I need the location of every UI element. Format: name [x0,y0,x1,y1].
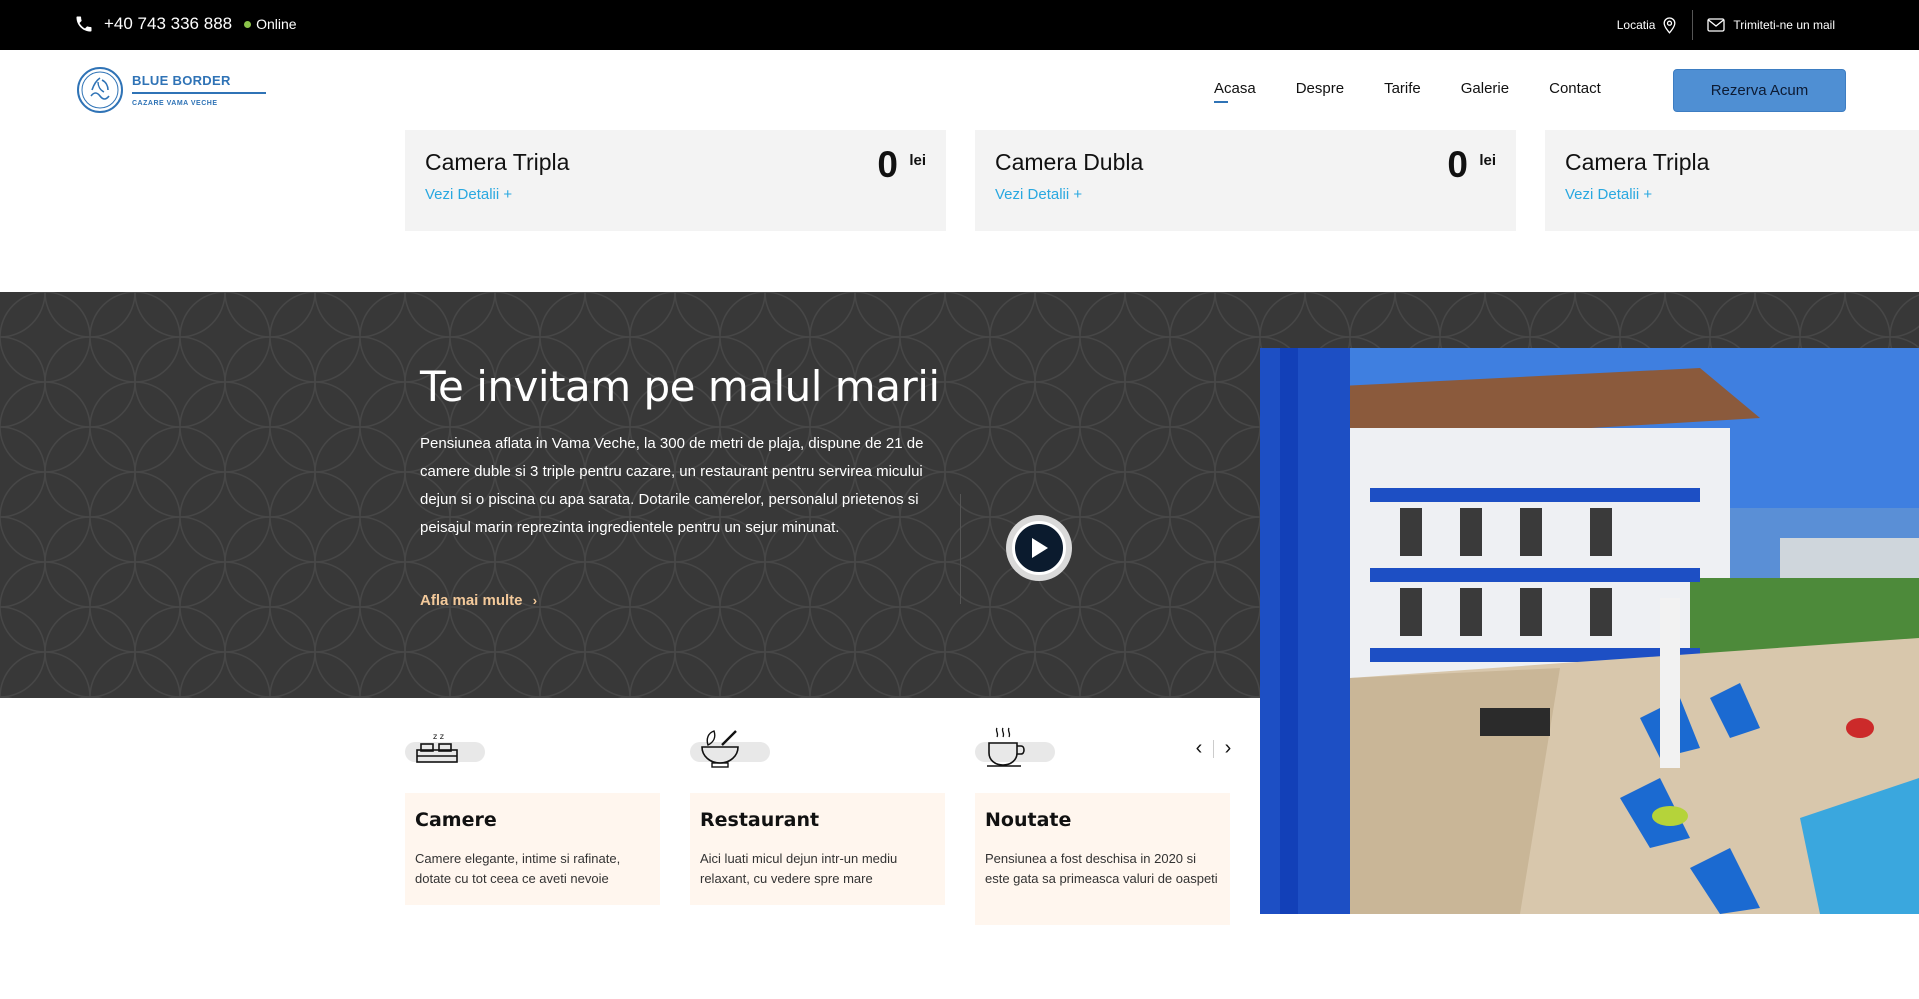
main-nav: Acasa Despre Tarife Galerie Contact [1214,80,1601,103]
phone-icon [76,16,92,32]
logo-emblem-icon [77,67,123,113]
phone-contact[interactable]: +40 743 336 888 Online [74,14,297,34]
room-details-link[interactable]: Vezi Detalii + [995,186,1082,203]
logo-subtitle: CAZARE VAMA VECHE [132,100,218,107]
room-card[interactable]: Camera Tripla Vezi Detalii + [1545,130,1919,231]
pension-photo [1260,348,1919,914]
feature-carousel-arrows: ‹ › [1191,737,1236,760]
room-name: Camera Tripla [1565,149,1710,175]
learn-more-link[interactable]: Afla mai multe › [420,592,537,609]
feature-title: Camere [415,809,497,831]
logo-title: BLUE BORDER [132,73,231,88]
topbar-divider [1692,10,1694,40]
room-card[interactable]: Camera Tripla Vezi Detalii + 0 lei [405,130,946,231]
feature-title: Noutate [985,809,1072,831]
room-details-link[interactable]: Vezi Detalii + [1565,186,1652,203]
coffee-cup-icon [987,727,1025,767]
feature-text: Camere elegante, intime si rafinate, dot… [415,851,621,886]
svg-text:z z: z z [433,732,444,741]
learn-more-label[interactable]: Afla mai multe [420,592,523,609]
online-status: Online [256,16,297,32]
location-label[interactable]: Locatia [1617,18,1656,32]
intro-title: Te invitam pe malul marii [420,362,940,411]
nav-despre[interactable]: Despre [1296,80,1344,97]
site-logo[interactable]: BLUE BORDER CAZARE VAMA VECHE [76,66,266,114]
logo-underline [132,92,266,94]
location-link[interactable]: Locatia [1617,16,1693,34]
nav-acasa[interactable]: Acasa [1214,80,1256,103]
intro-description: Pensiunea aflata in Vama Veche, la 300 d… [420,435,924,536]
mail-label[interactable]: Trimiteti-ne un mail [1733,18,1835,32]
reserve-button[interactable]: Rezerva Acum [1673,69,1846,112]
room-card[interactable]: Camera Dubla Vezi Detalii + 0 lei [975,130,1516,231]
chevron-right-icon: › [532,593,538,608]
nav-contact[interactable]: Contact [1549,80,1601,97]
feature-text: Aici luati micul dejun intr-un mediu rel… [700,851,898,886]
top-bar: +40 743 336 888 Online Locatia Trimiteti… [0,0,1919,50]
vertical-divider [960,494,961,604]
room-currency: lei [1479,152,1496,169]
feature-text: Pensiunea a fost deschisa in 2020 si est… [985,851,1218,886]
play-video-button[interactable] [1006,515,1072,581]
mortar-pestle-icon [701,730,739,768]
play-icon [1032,538,1048,558]
feature-title: Restaurant [700,809,820,831]
map-pin-icon [1663,16,1676,34]
mail-link[interactable]: Trimiteti-ne un mail [1707,18,1835,32]
room-name: Camera Tripla [425,149,570,175]
nav-galerie[interactable]: Galerie [1461,80,1509,97]
nav-tarife[interactable]: Tarife [1384,80,1421,97]
online-status-dot [244,20,252,28]
chevron-right-icon[interactable]: › [1220,737,1236,760]
room-currency: lei [909,152,926,169]
arrows-divider [1213,740,1214,758]
room-name: Camera Dubla [995,149,1144,175]
room-price: 0 [877,144,898,185]
phone-number[interactable]: +40 743 336 888 [104,14,232,34]
room-price: 0 [1447,144,1468,185]
room-details-link[interactable]: Vezi Detalii + [425,186,512,203]
chevron-left-icon[interactable]: ‹ [1191,737,1207,760]
main-header: BLUE BORDER CAZARE VAMA VECHE Acasa Desp… [0,50,1919,130]
building-image [1260,348,1919,914]
bed-icon: z z [416,732,458,763]
envelope-icon [1707,18,1726,32]
